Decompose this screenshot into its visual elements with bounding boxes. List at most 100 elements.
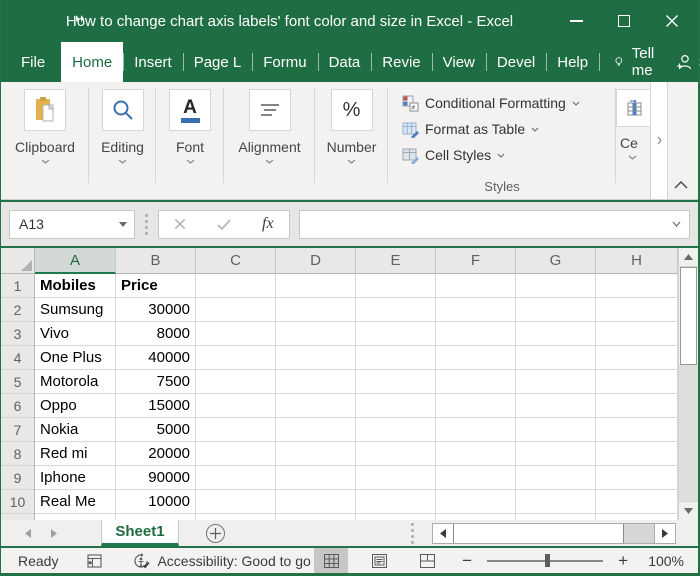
cell-b7[interactable]: 5000: [116, 418, 196, 442]
cell-empty[interactable]: [356, 346, 436, 370]
tab-formulas[interactable]: Formu: [252, 42, 317, 82]
zoom-out-button[interactable]: −: [458, 551, 476, 571]
cell-styles-button[interactable]: Cell Styles: [402, 142, 505, 168]
cell-b4[interactable]: 40000: [116, 346, 196, 370]
cell-empty[interactable]: [276, 322, 356, 346]
tell-me-box[interactable]: Tell me: [599, 42, 676, 82]
cell-empty[interactable]: [356, 490, 436, 514]
tab-view[interactable]: View: [431, 42, 486, 82]
tab-bar-resizer[interactable]: [411, 522, 414, 544]
column-header-g[interactable]: G: [516, 248, 596, 274]
cell-empty[interactable]: [196, 442, 276, 466]
cancel-icon[interactable]: [174, 218, 186, 230]
cell-empty[interactable]: [196, 490, 276, 514]
cell-b9[interactable]: 90000: [116, 466, 196, 490]
cell-a5[interactable]: Motorola: [35, 370, 116, 394]
cell-empty[interactable]: [276, 490, 356, 514]
cell-empty[interactable]: [436, 322, 516, 346]
cell-empty[interactable]: [596, 322, 678, 346]
cell-empty[interactable]: [516, 274, 596, 298]
scroll-right-button[interactable]: [654, 523, 675, 543]
cell-a8[interactable]: Red mi: [35, 442, 116, 466]
ribbon-group-number[interactable]: % Number: [315, 82, 388, 199]
accessibility-status[interactable]: Accessibility: Good to go: [133, 552, 311, 569]
vertical-scroll-track[interactable]: [679, 365, 698, 501]
cell-empty[interactable]: [436, 466, 516, 490]
column-header-c[interactable]: C: [196, 248, 276, 274]
vertical-scroll-thumb[interactable]: [680, 267, 697, 365]
zoom-slider[interactable]: [487, 553, 604, 567]
cell-empty[interactable]: [356, 274, 436, 298]
name-box[interactable]: A13: [9, 209, 135, 239]
cell-empty[interactable]: [196, 394, 276, 418]
ribbon-group-font[interactable]: A Font: [156, 82, 224, 199]
cell-b3[interactable]: 8000: [116, 322, 196, 346]
formula-bar-expand-icon[interactable]: [672, 221, 681, 227]
ribbon-group-cells[interactable]: Ce: [616, 82, 650, 199]
cell-empty[interactable]: [436, 442, 516, 466]
horizontal-scrollbar[interactable]: [432, 522, 676, 544]
tab-help[interactable]: Help: [546, 42, 599, 82]
scroll-left-button[interactable]: [433, 523, 454, 543]
cell-empty[interactable]: [596, 490, 678, 514]
close-button[interactable]: [648, 0, 696, 42]
cell-empty[interactable]: [596, 418, 678, 442]
cell-empty[interactable]: [596, 442, 678, 466]
cell-empty[interactable]: [276, 298, 356, 322]
row-header[interactable]: 3: [1, 322, 35, 346]
cell-empty[interactable]: [276, 370, 356, 394]
minimize-button[interactable]: [552, 0, 600, 42]
cell-a9[interactable]: Iphone: [35, 466, 116, 490]
ribbon-scroll-right-button[interactable]: [650, 82, 668, 199]
cell-empty[interactable]: [356, 298, 436, 322]
macro-record-icon[interactable]: [87, 553, 103, 568]
cell-empty[interactable]: [196, 298, 276, 322]
row-header[interactable]: 4: [1, 346, 35, 370]
cell-empty[interactable]: [356, 442, 436, 466]
cell-empty[interactable]: [276, 418, 356, 442]
row-header[interactable]: 10: [1, 490, 35, 514]
cell-empty[interactable]: [196, 322, 276, 346]
cell-empty[interactable]: [516, 346, 596, 370]
cell-empty[interactable]: [196, 418, 276, 442]
cell-empty[interactable]: [596, 274, 678, 298]
cell-b10[interactable]: 10000: [116, 490, 196, 514]
normal-view-button[interactable]: [314, 548, 349, 573]
cell-empty[interactable]: [436, 370, 516, 394]
tab-review[interactable]: Revie: [371, 42, 431, 82]
scroll-down-button[interactable]: [679, 501, 698, 520]
tab-developer[interactable]: Devel: [485, 42, 546, 82]
conditional-formatting-button[interactable]: ≠ Conditional Formatting: [402, 90, 580, 116]
horizontal-scroll-track[interactable]: [624, 524, 654, 543]
sheet-nav-left-button[interactable]: [15, 528, 41, 538]
cell-empty[interactable]: [516, 490, 596, 514]
cell-empty[interactable]: [516, 418, 596, 442]
cell-a4[interactable]: One Plus: [35, 346, 116, 370]
enter-check-icon[interactable]: [217, 218, 231, 230]
page-layout-view-button[interactable]: [362, 548, 396, 573]
cell-empty[interactable]: [516, 298, 596, 322]
zoom-level[interactable]: 100%: [632, 553, 684, 569]
row-header[interactable]: 5: [1, 370, 35, 394]
cell-empty[interactable]: [356, 466, 436, 490]
column-header-f[interactable]: F: [436, 248, 516, 274]
column-header-d[interactable]: D: [276, 248, 356, 274]
cell-a3[interactable]: Vivo: [35, 322, 116, 346]
cell-empty[interactable]: [356, 418, 436, 442]
cell-empty[interactable]: [356, 394, 436, 418]
cell-empty[interactable]: [516, 322, 596, 346]
tab-page-layout[interactable]: Page L: [182, 42, 253, 82]
cell-empty[interactable]: [356, 322, 436, 346]
cell-b2[interactable]: 30000: [116, 298, 196, 322]
cell-empty[interactable]: [516, 394, 596, 418]
cell-empty[interactable]: [196, 466, 276, 490]
cell-a10[interactable]: Real Me: [35, 490, 116, 514]
row-header[interactable]: 6: [1, 394, 35, 418]
cell-empty[interactable]: [276, 394, 356, 418]
tab-home[interactable]: Home: [61, 42, 124, 82]
cell-empty[interactable]: [436, 298, 516, 322]
cell-a1[interactable]: Mobiles: [35, 274, 116, 298]
cell-empty[interactable]: [276, 346, 356, 370]
tab-data[interactable]: Data: [317, 42, 372, 82]
cell-empty[interactable]: [436, 274, 516, 298]
